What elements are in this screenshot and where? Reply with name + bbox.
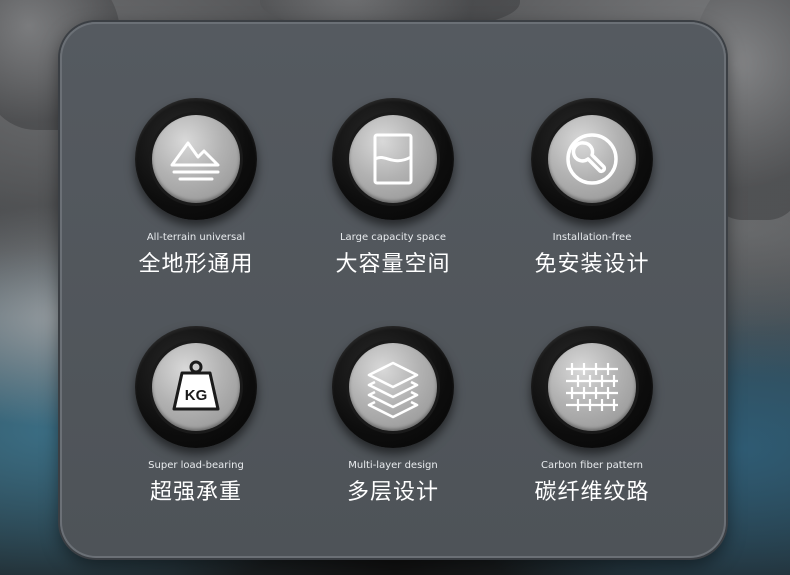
feature-label-en: Multi-layer design <box>348 460 438 471</box>
weight-kg-label: KG <box>185 387 208 404</box>
weight-icon: KG <box>172 360 220 411</box>
feature-label-en: Super load-bearing <box>148 460 244 471</box>
mountain-icon <box>170 141 220 181</box>
icon-badge <box>332 326 454 448</box>
feature-carbon-fiber: Carbon fiber pattern 碳纤维纹路 <box>492 326 692 506</box>
icon-badge <box>531 326 653 448</box>
feature-multi-layer: Multi-layer design 多层设计 <box>293 326 493 506</box>
feature-all-terrain: All-terrain universal 全地形通用 <box>96 98 296 278</box>
feature-label-cn: 大容量空间 <box>335 252 451 277</box>
wrench-icon <box>566 133 618 185</box>
container-icon <box>373 133 413 185</box>
icon-badge <box>135 98 257 220</box>
features-panel: All-terrain universal 全地形通用 Large capaci… <box>60 22 726 558</box>
layers-icon <box>367 361 419 419</box>
feature-label-cn: 碳纤维纹路 <box>534 480 650 505</box>
icon-badge <box>531 98 653 220</box>
carbon-fiber-icon <box>566 363 618 411</box>
feature-label-cn: 全地形通用 <box>138 252 254 277</box>
feature-label-cn: 多层设计 <box>346 480 439 505</box>
icon-badge <box>332 98 454 220</box>
feature-large-capacity: Large capacity space 大容量空间 <box>293 98 493 278</box>
feature-installation-free: Installation-free 免安装设计 <box>492 98 692 278</box>
feature-label-en: Large capacity space <box>339 232 447 243</box>
icon-badge: KG <box>135 326 257 448</box>
feature-label-cn: 超强承重 <box>149 480 242 505</box>
feature-label-en: All-terrain universal <box>146 232 246 243</box>
feature-label-cn: 免安装设计 <box>534 252 650 277</box>
feature-label-en: Installation-free <box>552 232 632 243</box>
feature-super-load-bearing: KG Super load-bearing 超强承重 <box>96 326 296 506</box>
feature-label-en: Carbon fiber pattern <box>540 460 644 471</box>
